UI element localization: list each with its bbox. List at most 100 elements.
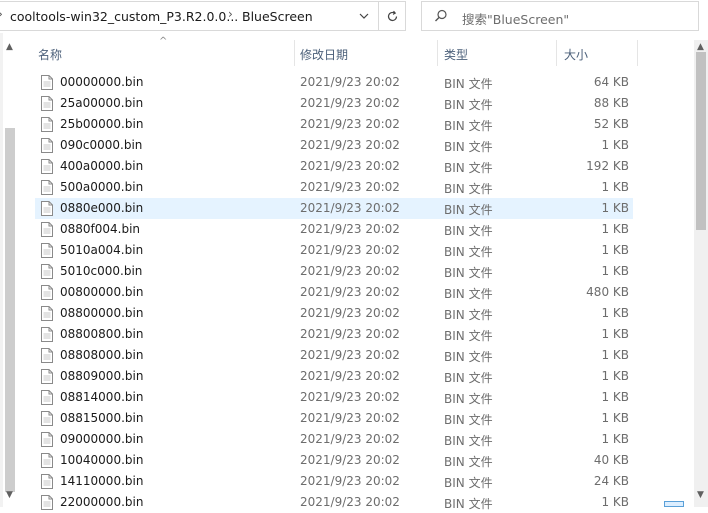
file-row[interactable]: 0880e000.bin 2021/9/23 20:02 BIN 文件 1 KB <box>35 198 633 219</box>
scroll-up-icon[interactable]: ▲ <box>6 42 13 52</box>
file-date: 2021/9/23 20:02 <box>300 369 400 383</box>
breadcrumb-parent[interactable]: cooltools-win32_custom_P3.R2.0.0... <box>10 9 238 24</box>
file-size: 1 KB <box>601 243 629 257</box>
document-icon <box>41 180 53 195</box>
scroll-up-icon[interactable]: ▲ <box>697 42 704 52</box>
file-type: BIN 文件 <box>444 497 493 511</box>
file-size: 192 KB <box>586 159 629 173</box>
file-row[interactable]: 090c0000.bin 2021/9/23 20:02 BIN 文件 1 KB <box>35 135 633 156</box>
file-name: 08815000.bin <box>60 411 144 425</box>
file-name: 090c0000.bin <box>60 138 143 152</box>
file-type: BIN 文件 <box>444 161 493 175</box>
file-type: BIN 文件 <box>444 245 493 259</box>
file-name: 14110000.bin <box>60 474 144 488</box>
file-row[interactable]: 00800000.bin 2021/9/23 20:02 BIN 文件 480 KB <box>35 282 633 303</box>
file-row[interactable]: 08814000.bin 2021/9/23 20:02 BIN 文件 1 KB <box>35 387 633 408</box>
file-type: BIN 文件 <box>444 434 493 448</box>
file-row[interactable]: 5010a004.bin 2021/9/23 20:02 BIN 文件 1 KB <box>35 240 633 261</box>
file-type: BIN 文件 <box>444 308 493 322</box>
file-size: 1 KB <box>601 222 629 236</box>
file-name: 08800800.bin <box>60 327 144 341</box>
file-row[interactable]: 25b00000.bin 2021/9/23 20:02 BIN 文件 52 KB <box>35 114 633 135</box>
refresh-button[interactable] <box>378 2 405 30</box>
column-divider[interactable] <box>294 40 295 66</box>
navigation-scrollbar[interactable]: ▲ ▼ <box>3 40 17 507</box>
file-row[interactable]: 22000000.bin 2021/9/23 20:02 BIN 文件 1 KB <box>35 492 633 513</box>
file-date: 2021/9/23 20:02 <box>300 96 400 110</box>
file-date: 2021/9/23 20:02 <box>300 453 400 467</box>
document-icon <box>41 411 53 426</box>
document-icon <box>41 264 53 279</box>
document-icon <box>41 138 53 153</box>
file-row[interactable]: 08815000.bin 2021/9/23 20:02 BIN 文件 1 KB <box>35 408 633 429</box>
column-divider[interactable] <box>556 40 557 66</box>
file-type: BIN 文件 <box>444 203 493 217</box>
document-icon <box>41 222 53 237</box>
breadcrumb-current[interactable]: BlueScreen <box>242 9 313 24</box>
file-name: 09000000.bin <box>60 432 144 446</box>
file-date: 2021/9/23 20:02 <box>300 474 400 488</box>
scroll-down-icon[interactable]: ▼ <box>6 490 13 500</box>
file-row[interactable]: 08809000.bin 2021/9/23 20:02 BIN 文件 1 KB <box>35 366 633 387</box>
document-icon <box>41 369 53 384</box>
file-row[interactable]: 09000000.bin 2021/9/23 20:02 BIN 文件 1 KB <box>35 429 633 450</box>
file-date: 2021/9/23 20:02 <box>300 201 400 215</box>
file-list-scrollbar-thumb[interactable] <box>696 52 706 230</box>
column-header-type[interactable]: 类型 <box>444 46 468 63</box>
column-divider[interactable] <box>437 40 438 66</box>
column-header-date[interactable]: 修改日期 <box>300 46 348 63</box>
file-date: 2021/9/23 20:02 <box>300 285 400 299</box>
file-row[interactable]: 08800000.bin 2021/9/23 20:02 BIN 文件 1 KB <box>35 303 633 324</box>
file-name: 0880f004.bin <box>60 222 141 236</box>
file-name: 08800000.bin <box>60 306 144 320</box>
search-input[interactable]: 搜索"BlueScreen" <box>462 9 569 28</box>
scroll-down-icon[interactable]: ▼ <box>697 490 704 500</box>
chevron-right-icon[interactable]: › <box>0 7 3 21</box>
file-row[interactable]: 400a0000.bin 2021/9/23 20:02 BIN 文件 192 KB <box>35 156 633 177</box>
file-size: 1 KB <box>601 327 629 341</box>
file-row[interactable]: 5010c000.bin 2021/9/23 20:02 BIN 文件 1 KB <box>35 261 633 282</box>
file-date: 2021/9/23 20:02 <box>300 432 400 446</box>
file-size: 1 KB <box>601 432 629 446</box>
document-icon <box>41 474 53 489</box>
address-history-button[interactable] <box>350 2 377 30</box>
column-header-size[interactable]: 大小 <box>564 46 588 63</box>
file-row[interactable]: 10040000.bin 2021/9/23 20:02 BIN 文件 40 KB <box>35 450 633 471</box>
document-icon <box>41 306 53 321</box>
file-row[interactable]: 00000000.bin 2021/9/23 20:02 BIN 文件 64 KB <box>35 72 633 93</box>
column-header-name[interactable]: 名称 <box>38 46 62 63</box>
file-list-scrollbar[interactable]: ▲ ▼ <box>694 40 708 507</box>
file-type: BIN 文件 <box>444 77 493 91</box>
file-type: BIN 文件 <box>444 455 493 469</box>
file-name: 5010c000.bin <box>60 264 143 278</box>
chevron-right-icon[interactable]: › <box>228 7 233 21</box>
file-type: BIN 文件 <box>444 98 493 112</box>
file-row[interactable]: 0880f004.bin 2021/9/23 20:02 BIN 文件 1 KB <box>35 219 633 240</box>
document-icon <box>41 327 53 342</box>
address-bar[interactable]: › cooltools-win32_custom_P3.R2.0.0... › … <box>0 1 406 31</box>
file-size: 40 KB <box>593 453 629 467</box>
refresh-icon <box>387 10 397 21</box>
file-row[interactable]: 14110000.bin 2021/9/23 20:02 BIN 文件 24 KB <box>35 471 633 492</box>
file-date: 2021/9/23 20:02 <box>300 180 400 194</box>
search-icon <box>435 9 447 22</box>
document-icon <box>41 390 53 405</box>
file-date: 2021/9/23 20:02 <box>300 411 400 425</box>
file-row[interactable]: 08808000.bin 2021/9/23 20:02 BIN 文件 1 KB <box>35 345 633 366</box>
resize-handle[interactable] <box>664 501 684 507</box>
file-row[interactable]: 500a0000.bin 2021/9/23 20:02 BIN 文件 1 KB <box>35 177 633 198</box>
file-date: 2021/9/23 20:02 <box>300 348 400 362</box>
file-date: 2021/9/23 20:02 <box>300 159 400 173</box>
file-date: 2021/9/23 20:02 <box>300 264 400 278</box>
search-box[interactable]: 搜索"BlueScreen" <box>421 1 699 31</box>
file-size: 1 KB <box>601 306 629 320</box>
file-type: BIN 文件 <box>444 476 493 490</box>
file-row[interactable]: 25a00000.bin 2021/9/23 20:02 BIN 文件 88 KB <box>35 93 633 114</box>
file-name: 10040000.bin <box>60 453 144 467</box>
file-date: 2021/9/23 20:02 <box>300 306 400 320</box>
file-row[interactable]: 08800800.bin 2021/9/23 20:02 BIN 文件 1 KB <box>35 324 633 345</box>
column-divider[interactable] <box>637 40 638 66</box>
file-name: 08808000.bin <box>60 348 144 362</box>
navigation-scrollbar-thumb[interactable] <box>5 128 15 492</box>
file-date: 2021/9/23 20:02 <box>300 243 400 257</box>
